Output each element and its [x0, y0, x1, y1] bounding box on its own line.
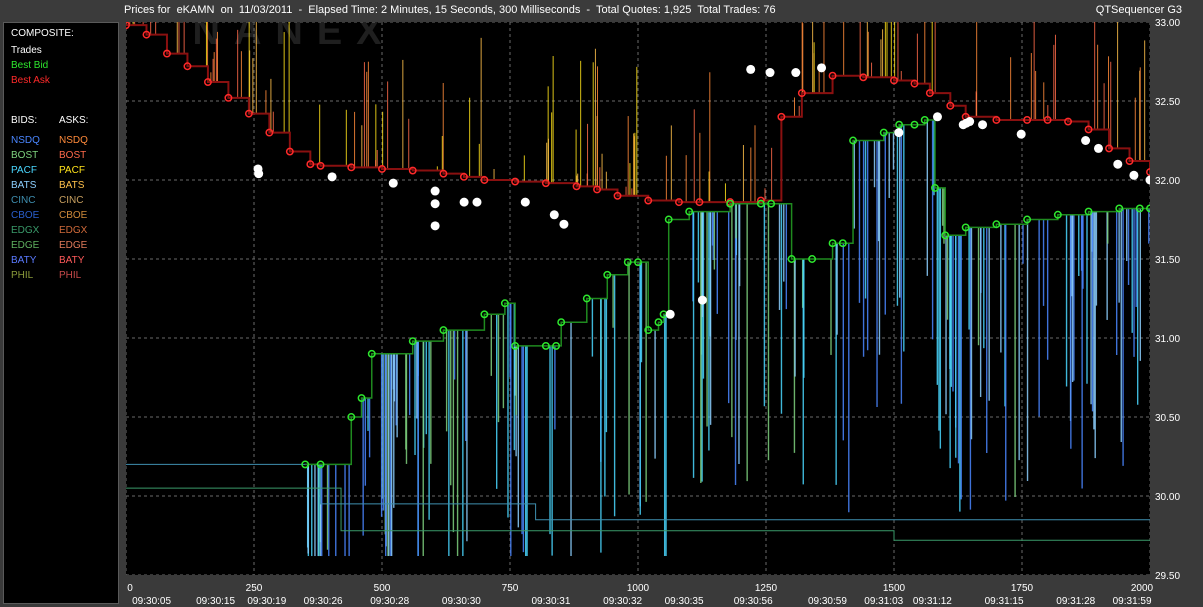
trade-point	[430, 199, 440, 209]
legend-ask-item: BOST	[59, 150, 87, 161]
legend-bid-item: BATS	[11, 180, 37, 191]
x-tick-label: 1250	[754, 583, 778, 594]
y-tick-label: 33.00	[1155, 18, 1181, 29]
trade-point	[791, 68, 801, 78]
time-label: 09:31:59	[1112, 596, 1152, 607]
legend-bid-item: CBOE	[11, 210, 40, 221]
time-label: 09:30:59	[807, 596, 847, 607]
time-label: 09:31:03	[864, 596, 904, 607]
legend-ask-item: BATS	[59, 180, 85, 191]
trade-point	[894, 128, 904, 138]
time-label: 09:30:19	[247, 596, 287, 607]
trade-point	[965, 117, 975, 127]
legend-ask-item: EDGE	[59, 240, 88, 251]
trade-point	[430, 186, 440, 196]
legend-bid-item: BATY	[11, 255, 37, 266]
legend-composite-item: Trades	[11, 45, 42, 56]
legend-ask-item: NSDQ	[59, 135, 88, 146]
trade-point	[388, 178, 398, 188]
trade-point	[520, 197, 530, 207]
legend-bid-item: NSDQ	[11, 135, 40, 146]
time-label: 09:30:35	[664, 596, 704, 607]
x-tick-label: 1500	[882, 583, 906, 594]
y-axis: 29.50 30.00 30.50 31.00 31.50 32.00 32.50 33.00	[1150, 18, 1203, 582]
trade-point	[665, 309, 675, 319]
legend-ask-item: EDGX	[59, 225, 88, 236]
trade-point	[1129, 170, 1139, 180]
time-label: 09:31:12	[912, 596, 952, 607]
legend-bid-item: PACF	[11, 165, 37, 176]
legend-bid-item: EDGX	[11, 225, 40, 236]
chart-title: Prices for eKAMN on 11/03/2011 - Elapsed…	[124, 4, 776, 16]
time-label: 09:30:05	[132, 596, 172, 607]
y-tick-label: 30.50	[1155, 413, 1181, 424]
time-label: 09:30:30	[441, 596, 481, 607]
trade-point	[697, 295, 707, 305]
legend-ask-item: PACF	[59, 165, 85, 176]
x-tick-label: 1000	[626, 583, 650, 594]
watermark: NANEX	[193, 22, 396, 53]
legend-bid-item: PHIL	[11, 270, 34, 281]
trade-point	[254, 169, 264, 179]
trade-point	[932, 112, 942, 122]
trade-point	[430, 221, 440, 231]
x-tick-label: 250	[245, 583, 263, 594]
trade-point	[459, 197, 469, 207]
trade-point	[1081, 136, 1091, 145]
best-bid-line	[305, 119, 1150, 466]
trade-point	[765, 68, 775, 78]
trade-point	[817, 63, 827, 73]
trade-point	[327, 172, 337, 182]
time-label: 09:31:15	[984, 596, 1024, 607]
x-tick-label: 2000	[1130, 583, 1154, 594]
x-tick-label: 500	[373, 583, 391, 594]
y-tick-label: 31.00	[1155, 334, 1181, 345]
time-label: 09:30:28	[370, 596, 410, 607]
title-bar: Prices for eKAMN on 11/03/2011 - Elapsed…	[0, 0, 1203, 20]
x-axis: 0 250 500 750 1000 1250 1500 1750 2000 09:30:05 09…	[0, 575, 1203, 607]
legend-panel: COMPOSITE: Trades Best Bid Best Ask BIDS: ASK…	[3, 22, 119, 604]
legend-ask-item: BATY	[59, 255, 85, 266]
time-label: 09:30:32	[603, 596, 643, 607]
trade-point	[1093, 143, 1103, 153]
trade-point	[549, 210, 559, 220]
time-label: 09:30:31	[531, 596, 571, 607]
y-tick-label: 30.00	[1155, 492, 1181, 503]
trade-point	[746, 64, 756, 74]
legend-ask-item: CBOE	[59, 210, 88, 221]
app-name: QTSequencer G3	[1095, 4, 1182, 16]
price-chart-svg: NANEX	[122, 11, 1155, 576]
trade-point	[1113, 159, 1123, 169]
trade-point	[1016, 129, 1026, 139]
time-label: 09:30:15	[196, 596, 236, 607]
legend-composite-header: COMPOSITE:	[11, 28, 74, 39]
legend-asks-header: ASKS:	[59, 115, 89, 126]
time-label: 09:30:56	[733, 596, 773, 607]
y-tick-label: 31.50	[1155, 255, 1181, 266]
x-tick-label: 750	[501, 583, 519, 594]
trade-point	[978, 120, 988, 130]
legend-ask-item: PHIL	[59, 270, 82, 281]
legend-bids-header: BIDS:	[11, 115, 38, 126]
y-tick-label: 32.00	[1155, 176, 1181, 187]
time-label: 09:30:26	[303, 596, 343, 607]
trade-point	[559, 219, 569, 229]
plot-area[interactable]: NANEX	[122, 11, 1155, 576]
time-label: 09:31:28	[1056, 596, 1096, 607]
y-tick-label: 32.50	[1155, 97, 1181, 108]
legend-bid-item: EDGE	[11, 240, 40, 251]
legend-bid-item: BOST	[11, 150, 39, 161]
legend-composite-item: Best Ask	[11, 75, 50, 86]
trade-point	[472, 197, 482, 207]
legend-composite-item: Best Bid	[11, 60, 49, 71]
x-tick-label: 0	[127, 583, 133, 594]
x-tick-label: 1750	[1010, 583, 1034, 594]
legend-ask-item: CINC	[59, 195, 84, 206]
legend-bid-item: CINC	[11, 195, 36, 206]
